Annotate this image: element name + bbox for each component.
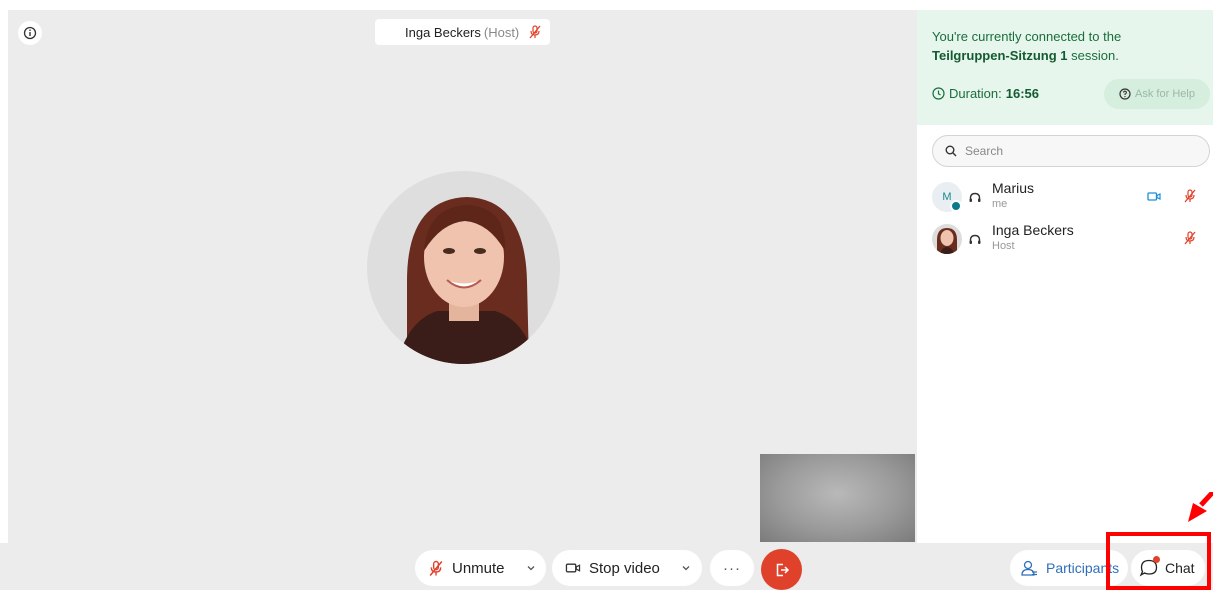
help-label: Ask for Help	[1135, 87, 1195, 100]
avatar	[932, 224, 962, 254]
breakout-session-banner: You're currently connected to the Teilgr…	[917, 10, 1213, 125]
participant-row[interactable]: M Marius me	[932, 178, 1210, 218]
mic-off-icon	[1184, 231, 1196, 245]
duration-label: Duration:	[949, 86, 1002, 101]
chevron-down-icon[interactable]	[681, 564, 691, 572]
meeting-window: Inga Beckers (Host) You're currently con…	[0, 0, 1213, 590]
leave-meeting-button[interactable]	[761, 549, 802, 590]
participants-label: Participants	[1046, 560, 1120, 576]
mic-off-icon	[429, 560, 443, 576]
camera-icon	[1147, 192, 1161, 201]
unmute-button[interactable]: Unmute	[415, 550, 546, 586]
participants-button[interactable]: Participants	[1010, 550, 1128, 586]
video-stage: Inga Beckers (Host)	[8, 10, 917, 543]
connected-text: You're currently connected to the	[932, 29, 1122, 44]
meeting-controls-bar: Unmute Stop video ··· Participants Chat	[0, 543, 1213, 590]
active-speaker-tag: Inga Beckers (Host)	[375, 19, 550, 45]
more-label: ···	[723, 559, 741, 577]
participant-subtitle: Host	[992, 240, 1015, 252]
speaker-role: (Host)	[483, 24, 520, 40]
session-name: Teilgruppen-Sitzung 1	[932, 48, 1068, 63]
participants-panel: You're currently connected to the Teilgr…	[917, 10, 1213, 543]
session-suffix: session.	[1067, 48, 1119, 63]
stop-video-label: Stop video	[589, 559, 660, 577]
camera-icon	[565, 563, 581, 573]
session-duration: Duration: 16:56	[932, 84, 1039, 103]
participants-icon	[1021, 560, 1037, 576]
duration-value: 16:56	[1005, 86, 1039, 101]
search-icon	[945, 145, 957, 157]
unmute-label: Unmute	[452, 559, 505, 577]
info-icon	[23, 26, 37, 40]
participant-search[interactable]: Search	[932, 135, 1210, 167]
chat-label: Chat	[1165, 560, 1195, 576]
chat-icon	[1139, 556, 1160, 578]
participant-name: Inga Beckers	[992, 222, 1074, 238]
clock-icon	[932, 87, 945, 100]
unread-badge	[1153, 556, 1160, 563]
stop-video-button[interactable]: Stop video	[552, 550, 702, 586]
chat-button[interactable]: Chat	[1131, 550, 1205, 586]
status-badge	[950, 200, 962, 212]
more-options-button[interactable]: ···	[710, 550, 754, 586]
leave-icon	[776, 563, 789, 576]
mic-off-icon	[529, 25, 541, 39]
arrow-icon	[1188, 492, 1213, 522]
avatar-initial: M	[942, 191, 952, 203]
headset-icon	[969, 192, 981, 202]
headset-icon	[969, 234, 981, 244]
participant-row[interactable]: Inga Beckers Host	[932, 220, 1210, 260]
participant-name: Marius	[992, 180, 1035, 196]
help-icon	[1119, 88, 1131, 100]
meeting-info-button[interactable]	[18, 21, 42, 45]
host-avatar	[367, 171, 560, 364]
participant-subtitle: me	[992, 198, 1008, 210]
search-placeholder: Search	[965, 144, 1004, 158]
speaker-name: Inga Beckers	[405, 24, 481, 40]
ask-for-help-button[interactable]: Ask for Help	[1104, 79, 1210, 109]
mic-off-icon	[1184, 189, 1196, 203]
self-video-preview	[760, 454, 915, 542]
chevron-down-icon[interactable]	[526, 564, 536, 572]
